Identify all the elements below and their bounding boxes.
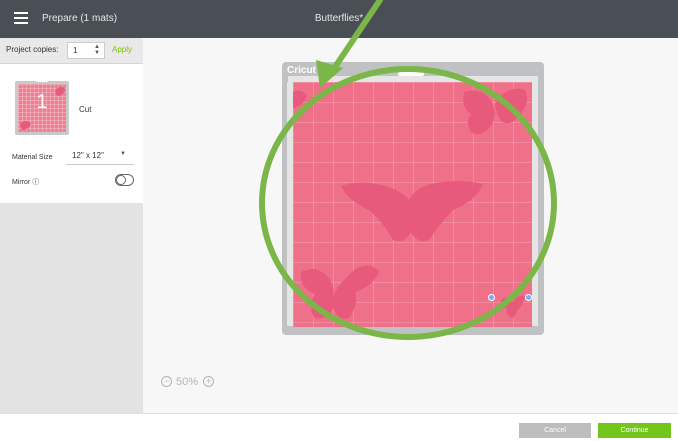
project-copies-label: Project copies: [6, 45, 59, 54]
project-copies-input[interactable]: 1 ▲ ▼ [67, 42, 105, 59]
zoom-in-icon[interactable]: + [203, 376, 214, 387]
butterfly-center[interactable] [341, 181, 483, 241]
caret-down-icon: ▼ [120, 151, 126, 157]
mat-handle [398, 72, 424, 76]
zoom-level: 50% [176, 376, 199, 388]
mat-thumbnail[interactable]: 1 [15, 79, 69, 135]
left-panel: Project copies: 1 ▲ ▼ Apply 1 Cut Materia… [0, 38, 143, 441]
bottom-bar: Cancel Continue [0, 413, 678, 441]
project-copies-value: 1 [73, 46, 78, 55]
mat-brand-logo: Cricut [287, 65, 316, 76]
left-panel-gray-area [0, 203, 143, 413]
mirror-toggle[interactable] [115, 174, 134, 186]
mat-cut-label: Cut [79, 105, 92, 114]
apply-button[interactable]: Apply [112, 45, 132, 54]
continue-button[interactable]: Continue [598, 423, 671, 438]
top-bar: Prepare (1 mats) Butterflies* [0, 0, 678, 38]
butterfly-bottom-left[interactable] [300, 265, 379, 319]
butterfly-top-left[interactable] [293, 90, 307, 108]
material-size-label: Material Size [12, 154, 53, 161]
butterfly-top-right[interactable] [463, 88, 527, 135]
mat-ruler-right [532, 82, 538, 326]
mirror-label: Mirror ⓘ [12, 179, 40, 186]
selection-handle-right[interactable] [525, 294, 532, 301]
material-size-value: 12" x 12" [72, 151, 104, 160]
butterfly-bottom-right[interactable] [500, 295, 525, 318]
project-copies-row: Project copies: 1 ▲ ▼ Apply [0, 38, 143, 64]
cancel-button[interactable]: Cancel [519, 423, 591, 438]
zoom-out-icon[interactable]: − [161, 376, 172, 387]
project-title: Butterflies* [314, 13, 364, 24]
mat-butterflies [293, 88, 527, 319]
mat-number: 1 [36, 91, 48, 113]
mat-surface[interactable] [293, 82, 532, 327]
material-size-select[interactable]: 12" x 12" ▼ [66, 147, 134, 165]
stepper-icon[interactable]: ▲ ▼ [93, 44, 101, 56]
selection-handle-left[interactable] [488, 294, 495, 301]
toggle-knob [116, 175, 126, 185]
